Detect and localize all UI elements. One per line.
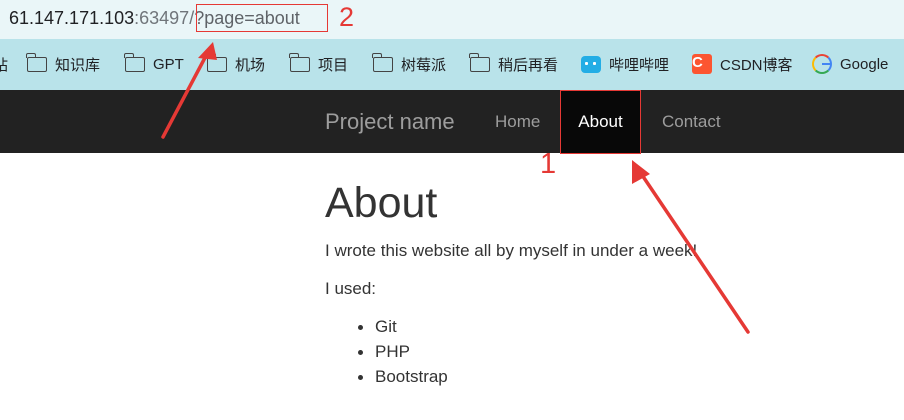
bookmark-folder-raspberry-pi[interactable]: 树莓派 xyxy=(372,52,447,74)
folder-icon xyxy=(289,52,310,72)
bookmark-label: CSDN博客 xyxy=(720,56,793,74)
bilibili-icon xyxy=(581,55,601,73)
bookmark-partial[interactable]: 站 xyxy=(0,54,8,74)
bookmark-label: 知识库 xyxy=(55,56,101,74)
folder-icon xyxy=(372,52,393,72)
bookmark-label: 哔哩哔哩 xyxy=(609,56,670,74)
url-port: :63497 xyxy=(134,8,190,28)
folder-icon xyxy=(26,52,47,72)
annotation-box-about xyxy=(560,90,641,154)
nav-link-contact[interactable]: Contact xyxy=(662,90,721,153)
annotation-label-1: 1 xyxy=(540,148,557,180)
intro-text: I wrote this website all by myself in un… xyxy=(325,241,698,260)
annotation-label-2: 2 xyxy=(339,2,355,32)
bookmark-label: Google xyxy=(840,55,889,73)
list-item: PHP xyxy=(325,339,448,364)
bookmark-label: GPT xyxy=(153,55,184,73)
site-navbar: Project name Home About Contact xyxy=(0,90,904,154)
annotation-arrowhead-1 xyxy=(632,160,650,184)
list-item: Git xyxy=(325,314,448,339)
bookmark-folder-airport[interactable]: 机场 xyxy=(206,52,266,74)
bookmark-csdn[interactable]: C CSDN博客 xyxy=(692,54,793,74)
bookmark-folder-knowledge[interactable]: 知识库 xyxy=(26,52,101,74)
bookmark-partial-label: 站 xyxy=(0,56,9,74)
bookmark-google[interactable]: Google xyxy=(812,54,888,74)
nav-link-home[interactable]: Home xyxy=(495,90,540,153)
bookmark-label: 树莓派 xyxy=(401,56,447,74)
bookmark-bilibili[interactable]: 哔哩哔哩 xyxy=(581,54,669,74)
bookmark-label: 项目 xyxy=(318,56,349,74)
folder-icon xyxy=(124,52,145,72)
bookmark-folder-projects[interactable]: 项目 xyxy=(289,52,349,74)
url-host: 61.147.171.103 xyxy=(9,8,135,28)
list-item: Bootstrap xyxy=(325,364,448,389)
folder-icon xyxy=(206,52,227,72)
bookmark-label: 机场 xyxy=(235,56,266,74)
google-icon xyxy=(812,54,832,74)
bookmark-label: 稍后再看 xyxy=(498,56,559,74)
address-bar[interactable]: 61.147.171.103:63497/?page=about 2 xyxy=(0,0,904,39)
navbar-brand[interactable]: Project name xyxy=(325,109,455,135)
bookmark-folder-gpt[interactable]: GPT xyxy=(124,52,184,74)
tools-list: Git PHP Bootstrap xyxy=(325,314,448,389)
annotation-box-query xyxy=(196,4,328,32)
bookmark-folder-watch-later[interactable]: 稍后再看 xyxy=(469,52,559,74)
page-title: About xyxy=(325,179,438,227)
folder-icon xyxy=(469,52,490,72)
used-label: I used: xyxy=(325,279,377,298)
bookmarks-bar: 站 知识库 GPT 机场 项目 树莓派 稍后再看 哔哩哔哩 C CSDN博客 G… xyxy=(0,39,904,90)
csdn-icon: C xyxy=(692,54,712,74)
